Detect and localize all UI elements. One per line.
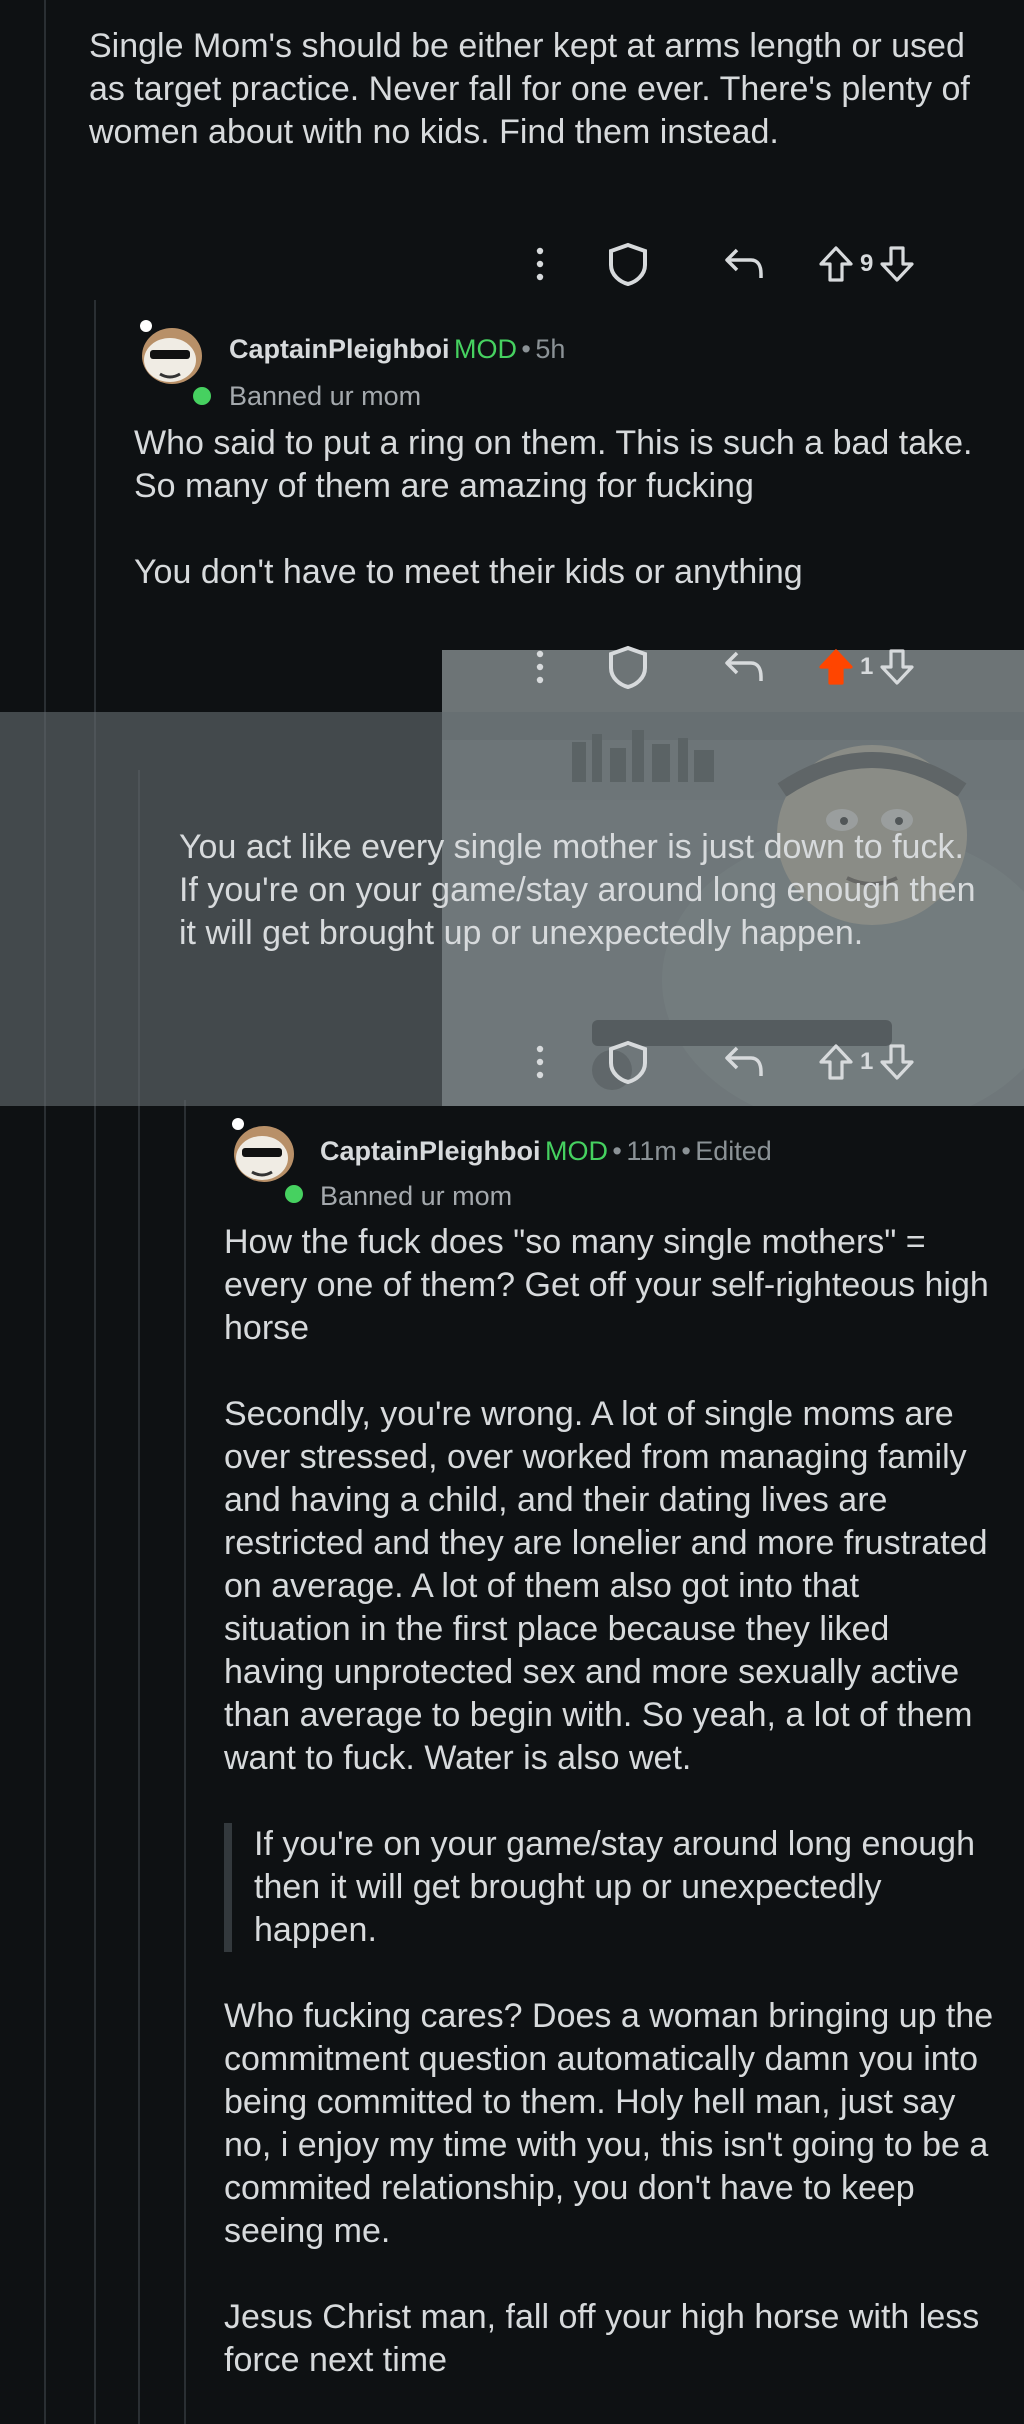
- author-name[interactable]: CaptainPleighboi: [229, 334, 450, 364]
- thread-line: [184, 1100, 186, 2424]
- comment-actions: 9: [0, 234, 1024, 294]
- thread-line: [44, 0, 46, 2424]
- vote-controls: 9: [818, 234, 915, 294]
- author-name[interactable]: CaptainPleighboi: [320, 1136, 541, 1166]
- avatar[interactable]: [134, 320, 206, 392]
- comment-body: How the fuck does "so many single mother…: [224, 1221, 994, 2382]
- comment-body: You act like every single mother is just…: [179, 826, 979, 955]
- vote-count: 9: [860, 250, 874, 277]
- comment-time: 11m: [626, 1136, 677, 1166]
- more-options-button[interactable]: [520, 1032, 560, 1092]
- meta-separator: •: [612, 1136, 622, 1166]
- downvote-icon[interactable]: [879, 244, 915, 284]
- upvote-icon[interactable]: [818, 1042, 854, 1082]
- comment-time: 5h: [535, 334, 566, 364]
- edited-label: Edited: [695, 1136, 772, 1166]
- blockquote: If you're on your game/stay around long …: [224, 1823, 994, 1952]
- reply-icon: [725, 248, 763, 278]
- vote-controls: 1: [818, 1032, 915, 1092]
- more-options-button[interactable]: [520, 637, 560, 697]
- vote-count: 1: [860, 1048, 874, 1075]
- more-vertical-icon: [536, 247, 544, 281]
- reply-button[interactable]: [716, 1032, 772, 1092]
- thread-line: [94, 300, 96, 2424]
- mod-badge: MOD: [544, 1136, 608, 1166]
- more-vertical-icon: [536, 650, 544, 684]
- mod-badge: MOD: [453, 334, 517, 364]
- comment-body: Who said to put a ring on them. This is …: [134, 422, 994, 594]
- online-status-icon: [190, 384, 214, 408]
- more-vertical-icon: [536, 1045, 544, 1079]
- award-button[interactable]: [600, 637, 656, 697]
- upvote-icon[interactable]: [818, 647, 854, 687]
- comment-actions: 1: [0, 1032, 1024, 1092]
- award-icon: [609, 242, 647, 287]
- vote-controls: 1: [818, 637, 915, 697]
- online-status-icon: [282, 1182, 306, 1206]
- reply-icon: [725, 651, 763, 681]
- comment-actions: 1: [0, 637, 1024, 697]
- user-flair: Banned ur mom: [320, 1181, 513, 1211]
- quote-text: If you're on your game/stay around long …: [254, 1825, 975, 1949]
- more-options-button[interactable]: [520, 234, 560, 294]
- user-flair: Banned ur mom: [229, 381, 422, 411]
- downvote-icon[interactable]: [879, 1042, 915, 1082]
- meta-separator: •: [681, 1136, 691, 1166]
- meta-separator: •: [521, 334, 531, 364]
- avatar[interactable]: [226, 1118, 298, 1190]
- comment-meta: CaptainPleighboi MOD • 5h: [229, 334, 565, 365]
- comment-meta: CaptainPleighboi MOD • 11m • Edited: [320, 1136, 772, 1167]
- comment-body: Single Mom's should be either kept at ar…: [89, 25, 994, 154]
- award-icon: [609, 645, 647, 690]
- reply-button[interactable]: [716, 234, 772, 294]
- comment-paragraph: Single Mom's should be either kept at ar…: [89, 27, 970, 151]
- reply-icon: [725, 1046, 763, 1076]
- vote-count: 1: [860, 653, 874, 680]
- comment-paragraph: Who said to put a ring on them. This is …: [134, 424, 973, 505]
- comment-paragraph: Secondly, you're wrong. A lot of single …: [224, 1395, 988, 1777]
- downvote-icon[interactable]: [879, 647, 915, 687]
- comment-paragraph: You don't have to meet their kids or any…: [134, 553, 803, 591]
- upvote-icon[interactable]: [818, 244, 854, 284]
- comment-paragraph: You act like every single mother is just…: [179, 828, 976, 952]
- comment-paragraph: Who fucking cares? Does a woman bringing…: [224, 1997, 994, 2250]
- comment-paragraph: How the fuck does "so many single mother…: [224, 1223, 989, 1347]
- award-button[interactable]: [600, 234, 656, 294]
- award-icon: [609, 1040, 647, 1085]
- reply-button[interactable]: [716, 637, 772, 697]
- award-button[interactable]: [600, 1032, 656, 1092]
- comment-paragraph: Jesus Christ man, fall off your high hor…: [224, 2298, 980, 2379]
